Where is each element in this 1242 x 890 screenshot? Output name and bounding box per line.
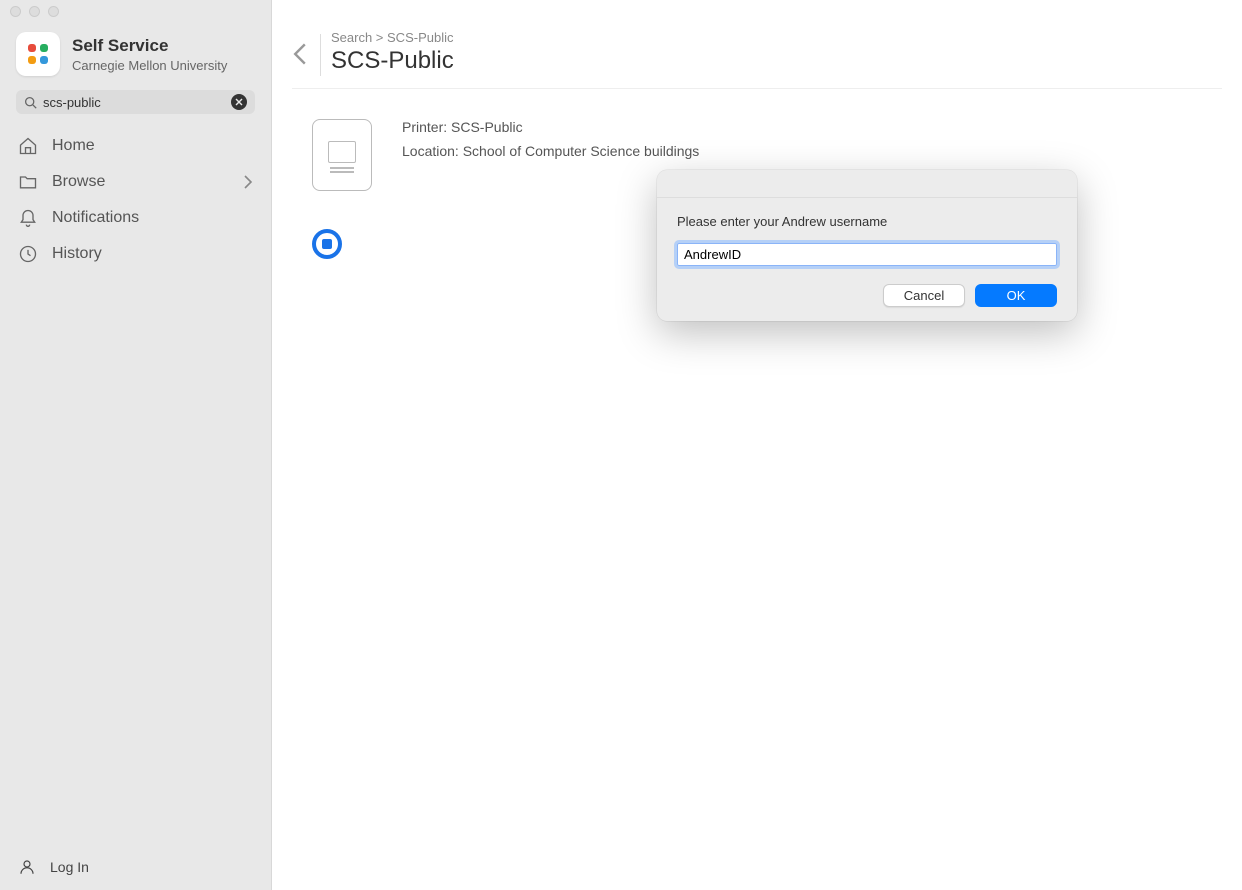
app-icon [16,32,60,76]
bell-icon [18,208,38,228]
login-button[interactable]: Log In [0,844,271,890]
minimize-window-button[interactable] [29,6,40,17]
search-input[interactable] [43,95,225,110]
nav-history[interactable]: History [8,236,263,272]
dialog-titlebar[interactable] [657,170,1077,198]
search-icon [24,96,37,109]
username-dialog: Please enter your Andrew username Cancel… [657,170,1077,321]
search-field[interactable] [16,90,255,114]
progress-icon [312,229,342,259]
cancel-button[interactable]: Cancel [883,284,965,307]
login-label: Log In [50,859,89,875]
printer-location: Location: School of Computer Science bui… [402,143,839,159]
divider [320,34,321,76]
sidebar: Self Service Carnegie Mellon University [0,0,272,890]
ok-button[interactable]: OK [975,284,1057,307]
nav-home[interactable]: Home [8,128,263,164]
app-header: Self Service Carnegie Mellon University [0,22,271,90]
nav: Home Browse [0,124,271,276]
chevron-right-icon [243,175,253,189]
clear-search-button[interactable] [231,94,247,110]
zoom-window-button[interactable] [48,6,59,17]
close-window-button[interactable] [10,6,21,17]
printer-name: Printer: SCS-Public [402,119,839,135]
page-title: SCS-Public [331,47,454,75]
nav-notifications-label: Notifications [52,209,139,227]
nav-notifications[interactable]: Notifications [8,200,263,236]
nav-browse-label: Browse [52,173,105,191]
username-input[interactable] [677,243,1057,266]
main-content: Search > SCS-Public SCS-Public Printer: … [272,0,1242,890]
back-button[interactable] [282,36,318,72]
clock-icon [18,244,38,264]
home-icon [18,136,38,156]
nav-browse[interactable]: Browse [8,164,263,200]
user-icon [18,858,36,876]
printer-icon [312,119,372,191]
app-subtitle: Carnegie Mellon University [72,58,227,73]
breadcrumb[interactable]: Search > SCS-Public [331,30,454,45]
dialog-message: Please enter your Andrew username [677,214,1057,229]
nav-home-label: Home [52,137,95,155]
folder-icon [18,172,38,192]
app-title: Self Service [72,36,227,56]
nav-history-label: History [52,245,102,263]
